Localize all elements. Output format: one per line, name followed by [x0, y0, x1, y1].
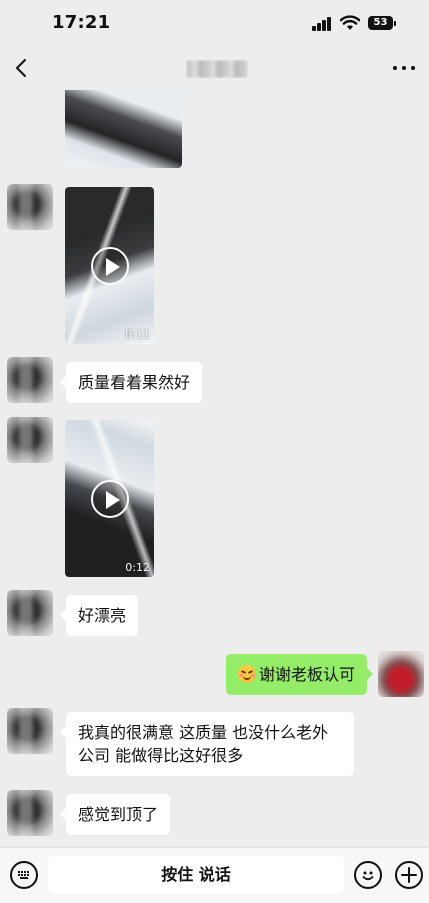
outgoing-message-bubble[interactable]: 谢谢老板认可 — [225, 654, 374, 695]
status-time: 17:21 — [52, 12, 111, 33]
hold-to-talk-button[interactable]: 按住 说话 — [48, 856, 344, 894]
wifi-icon — [340, 15, 360, 30]
plus-icon[interactable] — [395, 861, 423, 889]
signal-icon — [312, 17, 334, 31]
video-message[interactable]: 0:11 — [65, 187, 154, 344]
smile-glyph-icon — [362, 871, 374, 881]
message-bubble[interactable]: 我真的很满意 这质量 也没什么老外公司 能做得比这好很多 — [60, 712, 354, 776]
video-duration: 0:11 — [125, 328, 150, 341]
message-bubble[interactable]: 感觉到顶了 — [59, 794, 171, 835]
video-message[interactable]: 0:12 — [65, 420, 154, 577]
status-bar: 17:21 53 — [0, 0, 429, 48]
avatar[interactable] — [7, 790, 53, 836]
photo — [65, 90, 182, 168]
play-icon[interactable] — [90, 479, 129, 518]
smile-blush-emoji-icon — [237, 665, 256, 683]
chat-title-text — [186, 60, 248, 78]
plus-glyph-icon — [401, 867, 417, 883]
avatar[interactable] — [7, 357, 53, 403]
avatar[interactable] — [7, 184, 53, 230]
video-duration: 0:12 — [125, 561, 150, 574]
avatar[interactable] — [7, 590, 53, 636]
avatar[interactable] — [7, 417, 53, 463]
play-icon[interactable] — [90, 246, 129, 285]
message-bubble[interactable]: 质量看着果然好 — [59, 362, 203, 403]
keyboard-glyph-icon — [18, 871, 29, 879]
image-message[interactable] — [65, 90, 182, 168]
emoji-icon[interactable] — [354, 861, 382, 889]
chat-nav-bar — [0, 48, 429, 90]
battery-tip — [394, 21, 396, 26]
avatar[interactable] — [7, 708, 53, 754]
outgoing-message-text: 谢谢老板认可 — [258, 665, 355, 684]
message-list[interactable]: 0:11 质量看着果然好 0:12 好漂亮 谢谢老板认可 我真的很满意 这质量 … — [0, 90, 429, 847]
message-bubble[interactable]: 好漂亮 — [59, 595, 139, 636]
my-avatar[interactable] — [378, 651, 424, 697]
more-icon[interactable] — [393, 66, 415, 72]
voice-keyboard-icon[interactable] — [10, 861, 38, 889]
battery-icon: 53 — [368, 16, 393, 30]
chat-title — [186, 60, 248, 78]
back-icon[interactable] — [10, 56, 34, 80]
input-bar: 按住 说话 — [0, 847, 429, 903]
